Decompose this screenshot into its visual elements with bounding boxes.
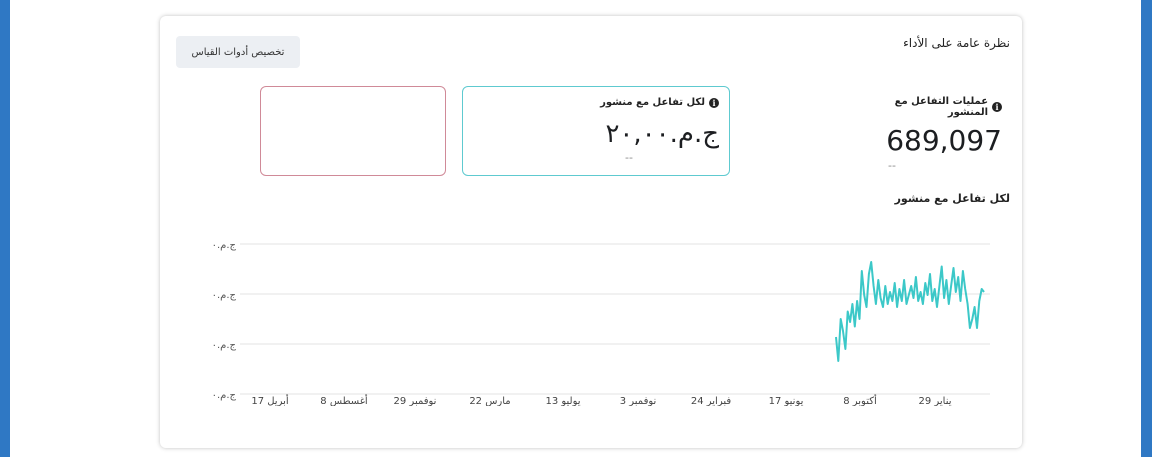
- engagements-value: 689,097: [886, 124, 1002, 157]
- cost-comparison: --: [625, 151, 633, 164]
- x-tick-label: 17 أبريل: [251, 394, 289, 406]
- series-line: [835, 261, 985, 362]
- card-title: نظرة عامة على الأداء: [903, 36, 1010, 50]
- engagements-metric[interactable]: i عمليات التفاعل مع المنشور 689,097 --: [852, 96, 1002, 172]
- x-tick-label: 3 نوفمبر: [620, 396, 657, 406]
- x-tick-label: 8 أكتوبر: [843, 394, 877, 406]
- info-icon[interactable]: i: [709, 97, 719, 108]
- customize-metrics-button[interactable]: تخصيص أدوات القياس: [176, 36, 300, 68]
- cost-per-engagement-chart: ج.م.٠ ج.م.٠ ج.م.٠ ج.م.٠ 29 يناير 8 أكتوبر 17 ي…: [212, 240, 990, 406]
- empty-metric-slot[interactable]: [260, 86, 446, 176]
- x-tick-label: 17 يونيو: [769, 396, 804, 406]
- x-tick-label: 29 يناير: [918, 396, 951, 406]
- y-tick-label: ج.م.٠: [212, 340, 237, 351]
- x-tick-label: 22 مارس: [469, 396, 510, 406]
- y-tick-label: ج.م.٠: [212, 290, 237, 301]
- chart-title: لكل تفاعل مع منشور: [894, 192, 1010, 205]
- cost-per-engagement-metric[interactable]: i لكل تفاعل مع منشور ج.م.٢٠,٠٠ --: [462, 86, 730, 176]
- x-tick-label: 29 نوفمبر: [394, 396, 437, 406]
- x-tick-label: 8 أغسطس: [320, 394, 368, 406]
- cost-label: لكل تفاعل مع منشور: [600, 97, 705, 108]
- x-tick-label: 13 يوليو: [545, 396, 580, 406]
- engagements-label: عمليات التفاعل مع المنشور: [894, 96, 989, 118]
- y-tick-label: ج.م.٠: [212, 240, 237, 251]
- page-background: نظرة عامة على الأداء تخصيص أدوات القياس …: [10, 0, 1141, 457]
- engagements-comparison: --: [888, 159, 896, 172]
- performance-overview-card: نظرة عامة على الأداء تخصيص أدوات القياس …: [160, 16, 1022, 448]
- y-tick-label: ج.م.٠: [212, 390, 237, 401]
- info-icon[interactable]: i: [992, 102, 1002, 112]
- cost-value: ج.م.٢٠,٠٠: [605, 119, 719, 149]
- x-tick-label: 24 فبراير: [691, 396, 732, 406]
